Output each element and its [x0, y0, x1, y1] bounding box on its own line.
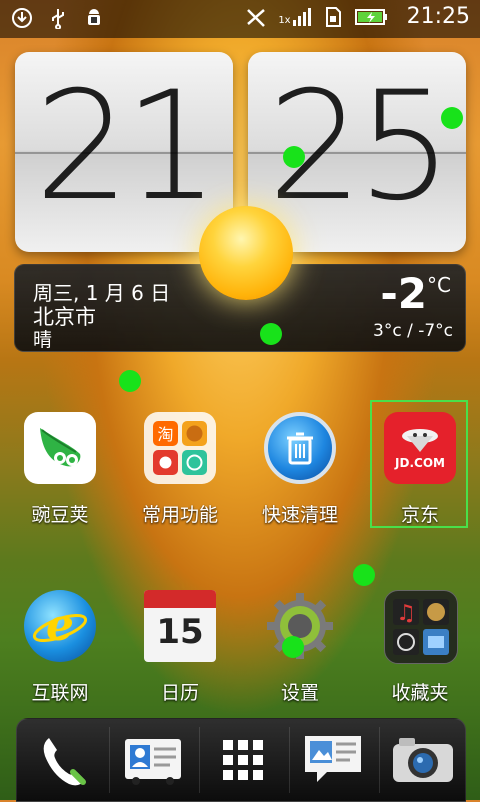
- network-type: 1x: [278, 14, 291, 26]
- taobao-mini-label: 淘: [157, 425, 173, 444]
- flip-divider: [248, 152, 466, 154]
- dock-separator: [379, 727, 380, 793]
- sun-icon: [199, 206, 293, 300]
- dock-separator: [109, 727, 110, 793]
- app-quick-clean[interactable]: 快速清理: [250, 412, 350, 532]
- svg-text:♫: ♫: [396, 601, 416, 626]
- dock-messages[interactable]: [291, 723, 375, 797]
- download-icon: [10, 6, 34, 30]
- app-label: 互联网: [31, 682, 89, 704]
- app-favorites-folder[interactable]: ♫ 收藏夹: [370, 590, 470, 710]
- dock-contacts[interactable]: [111, 723, 195, 797]
- android-debug-icon: [82, 6, 106, 30]
- dock-bar: [16, 718, 466, 802]
- app-label: 日历: [160, 682, 199, 704]
- app-label: 豌豆荚: [31, 504, 89, 526]
- dock-phone[interactable]: [21, 723, 105, 797]
- favorites-folder-icon: ♫: [384, 590, 458, 664]
- weather-temperature: -2°C: [380, 269, 451, 318]
- app-label: 快速清理: [261, 504, 338, 526]
- phone-icon: [43, 738, 86, 786]
- svg-text:e: e: [46, 600, 74, 651]
- calendar-day: 15: [156, 612, 204, 652]
- sim-card-icon: [321, 5, 345, 29]
- status-bar: 1x 21:25: [0, 0, 480, 38]
- clock-hours: 21: [34, 60, 220, 234]
- dock-separator: [199, 727, 200, 793]
- touch-dot: [441, 107, 463, 129]
- touch-dot: [119, 370, 141, 392]
- dock-all-apps[interactable]: [201, 723, 285, 797]
- app-label: 收藏夹: [391, 682, 449, 704]
- temperature-unit: °C: [427, 273, 451, 297]
- touch-dot: [283, 146, 305, 168]
- app-label: 常用功能: [141, 504, 218, 526]
- wandoujia-icon: [24, 412, 96, 484]
- calendar-icon: 15: [144, 590, 216, 662]
- flip-divider: [15, 152, 233, 154]
- touch-dot: [282, 636, 304, 658]
- status-right: 1x 21:25: [244, 4, 470, 29]
- messages-icon: [305, 736, 361, 782]
- contacts-icon: [125, 739, 181, 785]
- trash-icon: [264, 412, 336, 484]
- status-left: [10, 6, 106, 30]
- folder-icon: 淘: [144, 412, 216, 484]
- dock-separator: [289, 727, 290, 793]
- app-common-functions-folder[interactable]: 淘 常用功能: [130, 412, 230, 532]
- all-apps-icon: [223, 740, 263, 780]
- battery-charging-icon: [354, 5, 389, 29]
- status-time: 21:25: [406, 4, 470, 29]
- temperature-value: -2: [380, 269, 428, 318]
- app-wandoujia[interactable]: 豌豆荚: [10, 412, 110, 532]
- app-label: 设置: [280, 682, 319, 704]
- signal-strength-icon: 1x: [278, 7, 311, 26]
- app-internet[interactable]: e 互联网: [10, 590, 110, 710]
- clock-minutes: 25: [267, 60, 453, 234]
- weather-condition: 晴: [33, 329, 53, 351]
- app-calendar[interactable]: 15 日历: [130, 590, 230, 710]
- weather-range: 3°c / -7°c: [373, 321, 453, 341]
- touch-dot: [353, 564, 375, 586]
- selection-highlight: [370, 400, 468, 528]
- browser-icon: e: [24, 590, 96, 662]
- no-signal-icon: [244, 5, 268, 29]
- usb-icon: [46, 6, 70, 30]
- touch-dot: [260, 323, 282, 345]
- camera-icon: [393, 738, 453, 782]
- dock-camera[interactable]: [381, 723, 465, 797]
- clock-hours-panel[interactable]: 21: [15, 52, 233, 252]
